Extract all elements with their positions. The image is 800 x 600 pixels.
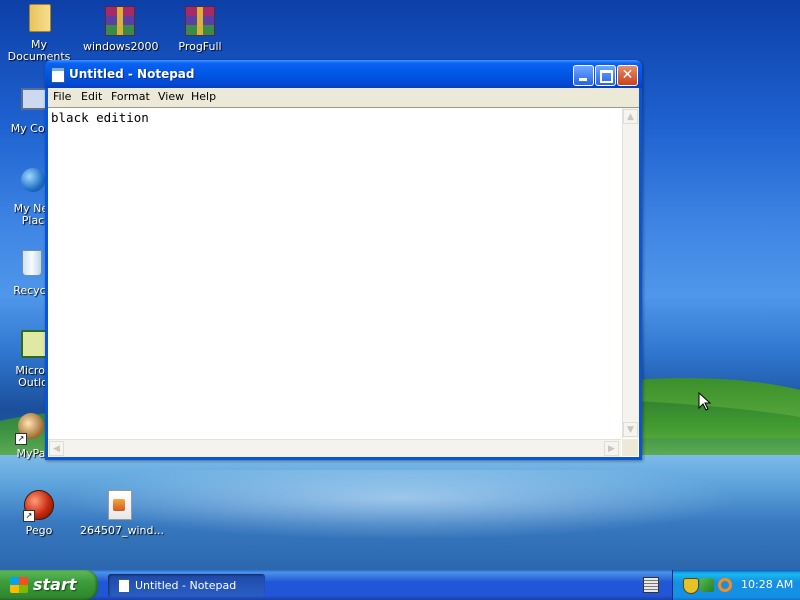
taskbar: start Untitled - Notepad 10:28 AM [0,570,800,600]
shortcut-arrow-icon: ↗ [15,433,27,445]
desktop-icon-windows2000[interactable]: windows2000 [83,4,159,53]
notepad-window[interactable]: Untitled - Notepad ✕ File Edit Format Vi… [45,60,642,460]
start-label: start [33,575,77,594]
desktop-icon-label: Pego [25,524,53,537]
desktop-icon-label: ProgFull [178,40,222,53]
desktop-icon-progfull[interactable]: ProgFull [163,4,237,53]
menu-format[interactable]: Format [111,90,150,103]
scrollbar-corner [622,439,638,456]
scroll-right-icon[interactable]: ▶ [604,441,619,456]
scroll-up-icon[interactable]: ▲ [623,109,638,124]
close-icon: ✕ [621,67,634,83]
taskbar-item-notepad[interactable]: Untitled - Notepad [108,574,265,597]
desktop-icon-264507-wind[interactable]: 264507_wind... [80,488,164,537]
system-tray: 10:28 AM [672,570,800,600]
pego-icon: ↗ [23,490,55,522]
taskbar-item-label: Untitled - Notepad [135,579,237,592]
menu-bar: File Edit Format View Help [48,88,639,106]
minimize-button[interactable] [573,65,594,86]
desktop-icon-label: windows2000 [83,40,159,53]
scroll-down-icon[interactable]: ▼ [623,422,638,437]
clock[interactable]: 10:28 AM [741,578,793,591]
text-editor[interactable]: black edition [48,108,621,438]
network-icon[interactable] [700,578,714,592]
notepad-icon[interactable] [51,67,65,83]
minimize-icon [579,78,587,81]
desktop-icon-pego[interactable]: ↗ Pego [2,488,76,537]
window-frame: File Edit Format View Help black edition… [48,88,639,457]
edit-area[interactable]: black edition ▲ ▼ ◀ ▶ [48,107,639,457]
file-icon [104,490,136,522]
maximize-button[interactable] [595,65,616,86]
maximize-icon [600,70,613,83]
menu-view[interactable]: View [158,90,184,103]
rar-archive-icon [184,6,216,38]
mypal-icon: ↗ [15,413,47,445]
shortcut-arrow-icon: ↗ [23,510,35,522]
security-shield-icon[interactable] [683,578,699,594]
desktop-icon-my-documents[interactable]: My Documents [2,4,76,63]
title-bar[interactable]: Untitled - Notepad ✕ [45,60,642,88]
rar-archive-icon [104,6,136,38]
menu-file[interactable]: File [53,90,71,103]
horizontal-scrollbar[interactable]: ◀ ▶ [48,439,621,457]
vertical-scrollbar[interactable]: ▲ ▼ [622,108,639,438]
desktop-icon-label: 264507_wind... [80,524,164,537]
start-button[interactable]: start [0,570,98,600]
notepad-icon [118,579,130,593]
search-icon[interactable] [718,578,732,592]
close-button[interactable]: ✕ [617,65,638,86]
keyboard-icon[interactable] [643,577,659,593]
folder-icon [23,4,55,36]
windows-logo-icon [10,577,28,593]
menu-help[interactable]: Help [191,90,216,103]
window-title: Untitled - Notepad [69,67,195,81]
menu-edit[interactable]: Edit [81,90,102,103]
scroll-left-icon[interactable]: ◀ [49,441,64,456]
recycle-bin-icon [15,250,47,282]
